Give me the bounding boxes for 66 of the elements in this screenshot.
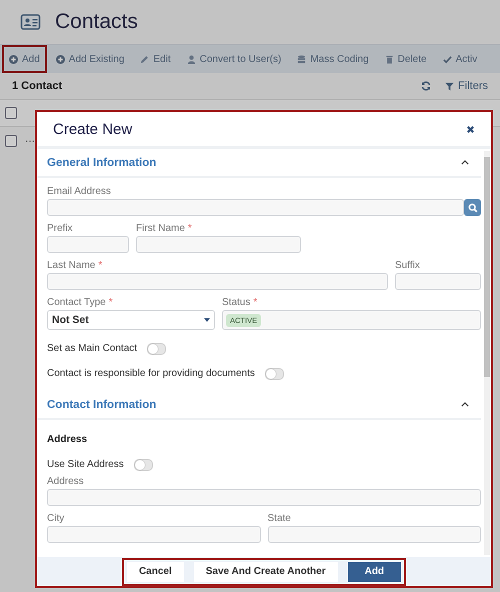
required-mark: * xyxy=(98,260,102,271)
field-label: Prefix xyxy=(47,223,73,234)
row-checkbox[interactable] xyxy=(5,135,17,147)
field-label: Last Name * xyxy=(47,260,102,271)
row-menu[interactable]: ··· xyxy=(25,136,35,146)
required-mark: * xyxy=(108,297,113,308)
close-icon[interactable] xyxy=(466,124,475,134)
toggle-label: Set as Main Contact xyxy=(47,343,138,354)
required-mark: * xyxy=(253,297,258,308)
dialog-button[interactable]: Add xyxy=(348,562,402,582)
field-label: City xyxy=(47,513,64,524)
chevron-up-icon xyxy=(461,160,469,165)
toolbar-button[interactable]: Activ xyxy=(436,45,484,73)
input-field[interactable] xyxy=(395,273,481,290)
toggle-switch[interactable] xyxy=(134,458,153,470)
search-button[interactable] xyxy=(464,199,481,216)
field-label: Suffix xyxy=(395,260,420,271)
plus-icon xyxy=(56,54,65,64)
dialog-button[interactable]: Cancel xyxy=(126,562,184,582)
database-icon xyxy=(297,54,306,64)
subheading: Address xyxy=(47,434,88,445)
toolbar-button[interactable]: Delete xyxy=(378,45,434,73)
toggle-label: Use Site Address xyxy=(47,459,124,470)
field-label: Status * xyxy=(222,297,258,308)
toolbar-button[interactable]: Edit xyxy=(133,45,178,73)
input-field[interactable] xyxy=(136,236,301,253)
refresh-icon[interactable] xyxy=(421,81,432,91)
toolbar-button[interactable]: Convert to User(s) xyxy=(180,45,288,73)
caret-icon xyxy=(204,318,210,322)
trash-icon xyxy=(384,54,394,64)
toggle-switch[interactable] xyxy=(147,342,166,354)
section-header[interactable]: Contact Information xyxy=(37,391,481,420)
toolbar-button[interactable]: Add Existing xyxy=(48,45,132,73)
plus-icon xyxy=(9,54,18,64)
record-count: 1 Contact xyxy=(12,80,64,92)
field-label: Email Address xyxy=(47,186,111,197)
toggle-switch[interactable] xyxy=(264,368,284,380)
section-header[interactable]: General Information xyxy=(37,149,481,178)
select-all-checkbox[interactable] xyxy=(5,107,17,119)
dialog-title: Create New xyxy=(53,120,132,138)
field-label: Contact Type * xyxy=(47,297,113,308)
field-label: Address xyxy=(47,476,84,487)
toggle-label: Contact is responsible for providing documents xyxy=(47,368,255,379)
input-field[interactable] xyxy=(47,199,464,216)
dialog-button[interactable]: Save And Create Another xyxy=(194,562,338,582)
toolbar-button[interactable]: Mass Coding xyxy=(290,45,376,73)
search-icon xyxy=(468,202,478,212)
contact-card-icon xyxy=(20,14,41,30)
input-field[interactable] xyxy=(47,526,260,543)
input-field[interactable] xyxy=(47,489,481,506)
input-field[interactable] xyxy=(268,526,481,543)
input-field[interactable] xyxy=(47,273,388,290)
filters-button[interactable]: Filters xyxy=(445,80,488,92)
pencil-icon xyxy=(140,54,150,64)
scrollbar[interactable] xyxy=(484,151,490,555)
dropdown[interactable]: Not Set xyxy=(47,310,215,330)
toolbar-button[interactable]: Add xyxy=(2,45,47,73)
input-field[interactable] xyxy=(47,236,129,253)
filter-icon xyxy=(445,82,454,90)
user-icon xyxy=(186,54,196,64)
chevron-up-icon xyxy=(461,402,469,407)
check-icon xyxy=(442,54,452,64)
required-mark: * xyxy=(188,223,192,234)
field-label: State xyxy=(268,513,291,524)
field-label: First Name * xyxy=(136,223,192,234)
page-title: Contacts xyxy=(55,10,138,34)
